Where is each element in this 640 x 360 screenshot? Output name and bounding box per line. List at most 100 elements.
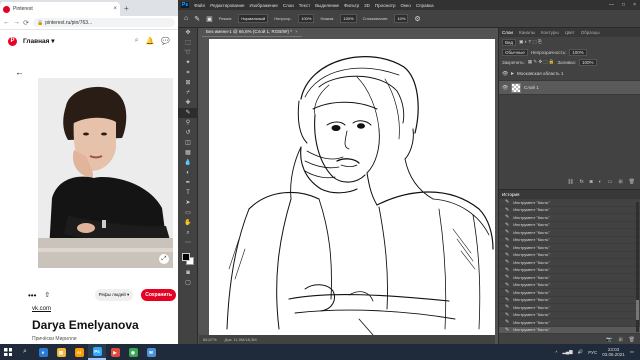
save-button[interactable]: Сохранить <box>141 289 176 301</box>
history-item[interactable]: ✎ Инструмент "Кисть" <box>499 282 640 289</box>
menu-3d[interactable]: 3D <box>364 3 370 8</box>
quick-mask-icon[interactable]: ◙ <box>178 268 198 278</box>
zoom-level[interactable]: 66,67% <box>203 337 217 342</box>
search-icon[interactable]: ⌕ <box>135 37 139 45</box>
address-bar[interactable]: 🔒 pinterest.ru/pin/763... <box>33 18 175 27</box>
stamp-tool-icon[interactable]: ⚲ <box>178 118 198 128</box>
taskbar-app[interactable]: ▤ <box>52 344 70 360</box>
start-button[interactable] <box>0 344 16 360</box>
back-arrow-icon[interactable]: ← <box>15 67 24 77</box>
menu-file[interactable]: Файл <box>194 3 205 8</box>
crop-tool-icon[interactable]: ⌗ <box>178 68 198 78</box>
add-mask-icon[interactable]: ◙ <box>590 179 593 185</box>
menu-type[interactable]: Текст <box>299 3 310 8</box>
move-tool-icon[interactable]: ✥ <box>178 28 198 38</box>
notifications-icon[interactable]: ▭ <box>630 349 634 355</box>
gradient-tool-icon[interactable]: ▦ <box>178 148 198 158</box>
smoothing-input[interactable]: 10% <box>394 14 409 23</box>
shape-tool-icon[interactable]: ▭ <box>178 208 198 218</box>
back-icon[interactable]: ← <box>3 19 10 26</box>
flow-input[interactable]: 100% <box>340 14 357 23</box>
opacity-input[interactable]: 100% <box>298 14 315 23</box>
zoom-tool-icon[interactable]: ⌕ <box>178 228 198 238</box>
pin-image[interactable]: ⤢ <box>38 78 173 268</box>
filter-icons[interactable]: ▣ ◐ T ⬚ ⎘ <box>519 39 541 45</box>
history-item[interactable]: ✎ Инструмент "Кисть" <box>499 312 640 319</box>
history-item[interactable]: ✎ Инструмент "Кисть" <box>499 222 640 229</box>
tab-swatches[interactable]: Образцы <box>581 30 600 35</box>
notifications-icon[interactable]: 🔔 <box>146 37 155 45</box>
blur-tool-icon[interactable]: 💧 <box>178 158 198 168</box>
visibility-eye-icon[interactable]: 👁 <box>502 85 508 91</box>
fill-input[interactable]: 100% <box>579 58 597 66</box>
volume-icon[interactable]: 🔊 <box>578 349 584 355</box>
taskbar-app[interactable]: Ai <box>70 344 88 360</box>
search-icon[interactable]: ⌕ <box>16 344 34 360</box>
home-icon[interactable]: ⌂ <box>184 15 188 22</box>
menu-layers[interactable]: Слои <box>283 3 294 8</box>
visibility-eye-icon[interactable]: 👁 <box>502 71 508 77</box>
fx-icon[interactable]: fx <box>580 179 584 185</box>
color-swatches[interactable] <box>178 252 198 268</box>
maximize-button[interactable]: □ <box>622 2 625 8</box>
delete-layer-icon[interactable]: 🗑 <box>629 179 635 185</box>
layer-opacity-input[interactable]: 100% <box>569 48 587 56</box>
history-item[interactable]: ✎ Инструмент "Кисть" <box>499 244 640 252</box>
messages-icon[interactable]: 💬 <box>161 37 170 45</box>
history-item[interactable]: ✎ Инструмент "Кисть" <box>499 229 640 237</box>
brush-preset-icon[interactable]: ✎ <box>194 15 200 23</box>
brush-settings-icon[interactable]: ▣ <box>206 15 213 23</box>
history-item[interactable]: ✎ Инструмент "Кисть" <box>499 274 640 282</box>
home-dropdown[interactable]: Главная ▾ <box>23 37 55 45</box>
history-brush-tool-icon[interactable]: ↺ <box>178 128 198 138</box>
history-item[interactable]: ✎ Инструмент "Кисть" <box>499 267 640 274</box>
history-item[interactable]: ✎ Инструмент "Кисть" <box>499 297 640 304</box>
taskbar-app[interactable]: ◉ <box>124 344 142 360</box>
adjustment-layer-icon[interactable]: ◐ <box>599 179 602 185</box>
history-item[interactable]: ✎ Инструмент "Кисть" <box>499 319 640 327</box>
frame-tool-icon[interactable]: ⊠ <box>178 78 198 88</box>
clock[interactable]: 23:03 03.06.2021 <box>602 347 625 357</box>
minimize-button[interactable]: — <box>609 2 614 8</box>
drawing-canvas[interactable] <box>209 39 495 335</box>
healing-tool-icon[interactable]: ✚ <box>178 98 198 108</box>
history-item[interactable]: ✎ Инструмент "Кисть" <box>499 289 640 297</box>
eyedropper-tool-icon[interactable]: ⌿ <box>178 88 198 98</box>
history-item[interactable]: ✎ Инструмент "Кисть" <box>499 259 640 267</box>
tab-channels[interactable]: Каналы <box>519 30 535 35</box>
tab-history[interactable]: История <box>502 192 519 197</box>
menu-window[interactable]: Окно <box>400 3 410 8</box>
source-link[interactable]: vk.com <box>32 306 51 312</box>
delete-state-icon[interactable]: 🗑 <box>629 337 635 343</box>
layer-row-selected[interactable]: 👁 Слой 1 <box>499 81 640 95</box>
history-item[interactable]: ✎ Инструмент "Кисть" <box>499 237 640 244</box>
menu-filter[interactable]: Фильтр <box>344 3 359 8</box>
menu-select[interactable]: Выделение <box>315 3 339 8</box>
hand-tool-icon[interactable]: ✋ <box>178 218 198 228</box>
close-document-icon[interactable]: × <box>295 29 298 34</box>
foreground-color-swatch[interactable] <box>182 253 190 261</box>
history-item[interactable]: ✎ Инструмент "Кисть" <box>499 326 640 334</box>
history-scrollbar-thumb[interactable] <box>636 300 639 320</box>
layer-kind-select[interactable]: Вид <box>502 38 517 46</box>
more-options-icon[interactable]: ••• <box>28 291 36 300</box>
history-item[interactable]: ✎ Инструмент "Кисть" <box>499 199 640 207</box>
mode-select[interactable]: Нормальный <box>238 14 269 23</box>
forward-icon[interactable]: → <box>13 19 20 26</box>
zoom-icon[interactable]: ⤢ <box>159 254 169 264</box>
tab-layers[interactable]: Слои <box>502 30 513 35</box>
marquee-tool-icon[interactable]: ⬚ <box>178 38 198 48</box>
chevron-up-icon[interactable]: ^ <box>555 350 557 355</box>
history-item[interactable]: ✎ Инструмент "Кисть" <box>499 252 640 259</box>
reload-icon[interactable]: ⟳ <box>23 19 29 27</box>
close-button[interactable]: × <box>633 2 636 8</box>
pen-tool-icon[interactable]: ✒ <box>178 178 198 188</box>
blend-mode-select[interactable]: Обычные <box>502 48 528 56</box>
type-tool-icon[interactable]: T <box>178 188 198 198</box>
lock-icons[interactable]: ▦ ✎ ✥ ⬚ 🔒 <box>528 59 555 65</box>
document-tab[interactable]: Без имени-1 @ 66,6% (Слой 1, RGB/8#) * × <box>202 28 302 37</box>
path-select-tool-icon[interactable]: ➤ <box>178 198 198 208</box>
language-indicator[interactable]: РУС <box>588 350 597 355</box>
history-item[interactable]: ✎ Инструмент "Кисть" <box>499 207 640 214</box>
taskbar-app[interactable]: e <box>34 344 52 360</box>
